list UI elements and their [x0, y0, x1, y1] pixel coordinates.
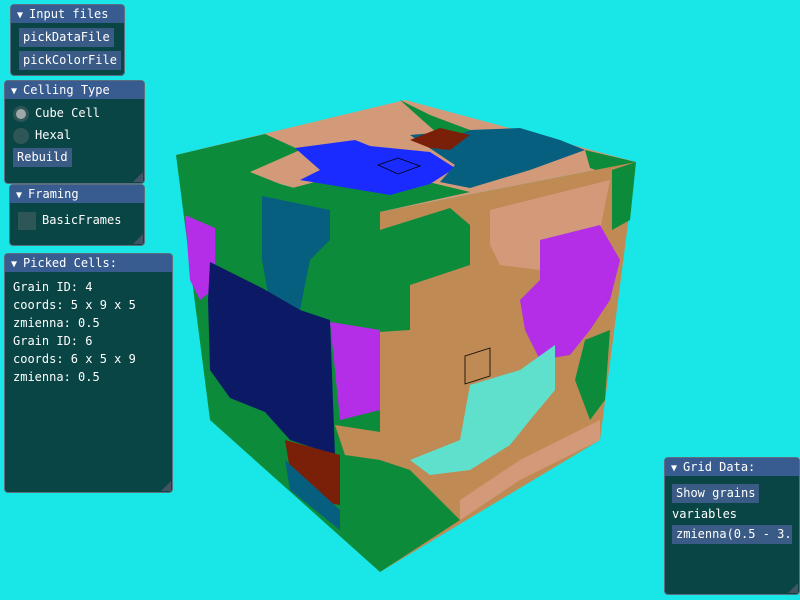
triangle-down-icon[interactable]: ▼ [16, 190, 22, 201]
celling-type-panel: ▼ Celling Type Cube Cell Hexal Rebuild [4, 80, 145, 184]
input-files-title: Input files [29, 7, 109, 21]
triangle-down-icon[interactable]: ▼ [671, 463, 677, 474]
framing-panel: ▼ Framing BasicFrames [9, 184, 145, 246]
resize-grip-icon[interactable] [133, 234, 143, 244]
input-files-titlebar[interactable]: ▼ Input files [11, 5, 124, 23]
grid-data-panel: ▼ Grid Data: Show grains variables zmienn… [664, 457, 800, 595]
picked-line: coords: 5 x 9 x 5 [13, 298, 136, 312]
picked-line: zmienna: 0.5 [13, 370, 100, 384]
grain [330, 232, 380, 320]
picked-line: zmienna: 0.5 [13, 316, 100, 330]
rebuild-button[interactable]: Rebuild [13, 148, 72, 167]
picked-line: coords: 6 x 5 x 9 [13, 352, 136, 366]
hexal-label: Hexal [35, 128, 72, 142]
resize-grip-icon[interactable] [133, 172, 143, 182]
framing-title: Framing [28, 187, 79, 201]
radio-unselected-icon[interactable] [13, 127, 29, 144]
grain [612, 162, 636, 230]
picked-cells-title: Picked Cells: [23, 256, 117, 270]
picked-cells-titlebar[interactable]: ▼ Picked Cells: [5, 254, 172, 272]
input-files-panel: ▼ Input files pickDataFile pickColorFile [10, 4, 125, 76]
cube-cell-label: Cube Cell [35, 106, 101, 120]
pick-color-file-button[interactable]: pickColorFile [19, 51, 121, 70]
triangle-down-icon[interactable]: ▼ [11, 259, 17, 270]
celling-type-titlebar[interactable]: ▼ Celling Type [5, 81, 144, 99]
celling-type-title: Celling Type [23, 83, 110, 97]
radio-hexal[interactable]: Hexal [13, 124, 136, 146]
picked-cells-panel: ▼ Picked Cells: Grain ID: 4 coords: 5 x 9… [4, 253, 173, 493]
resize-grip-icon[interactable] [161, 481, 171, 491]
pick-data-file-button[interactable]: pickDataFile [19, 28, 114, 47]
resize-grip-icon[interactable] [788, 583, 798, 593]
picked-line: Grain ID: 4 [13, 280, 93, 294]
voxel-cube[interactable] [176, 100, 636, 572]
variables-label: variables [672, 507, 738, 521]
grid-data-titlebar[interactable]: ▼ Grid Data: [665, 458, 799, 476]
basic-frames-label: BasicFrames [42, 213, 122, 227]
checkbox-icon[interactable] [18, 211, 36, 230]
show-grains-button[interactable]: Show grains [672, 484, 760, 503]
radio-cube-cell[interactable]: Cube Cell [13, 102, 136, 124]
basic-frames-checkbox-row[interactable]: BasicFrames [18, 209, 136, 231]
framing-titlebar[interactable]: ▼ Framing [10, 185, 144, 203]
variable-zmienna-button[interactable]: zmienna(0.5 - 3.5 [672, 525, 792, 544]
picked-line: Grain ID: 6 [13, 334, 93, 348]
triangle-down-icon[interactable]: ▼ [17, 10, 23, 21]
triangle-down-icon[interactable]: ▼ [11, 86, 17, 97]
radio-selected-icon[interactable] [13, 105, 29, 122]
grid-data-title: Grid Data: [683, 460, 756, 474]
